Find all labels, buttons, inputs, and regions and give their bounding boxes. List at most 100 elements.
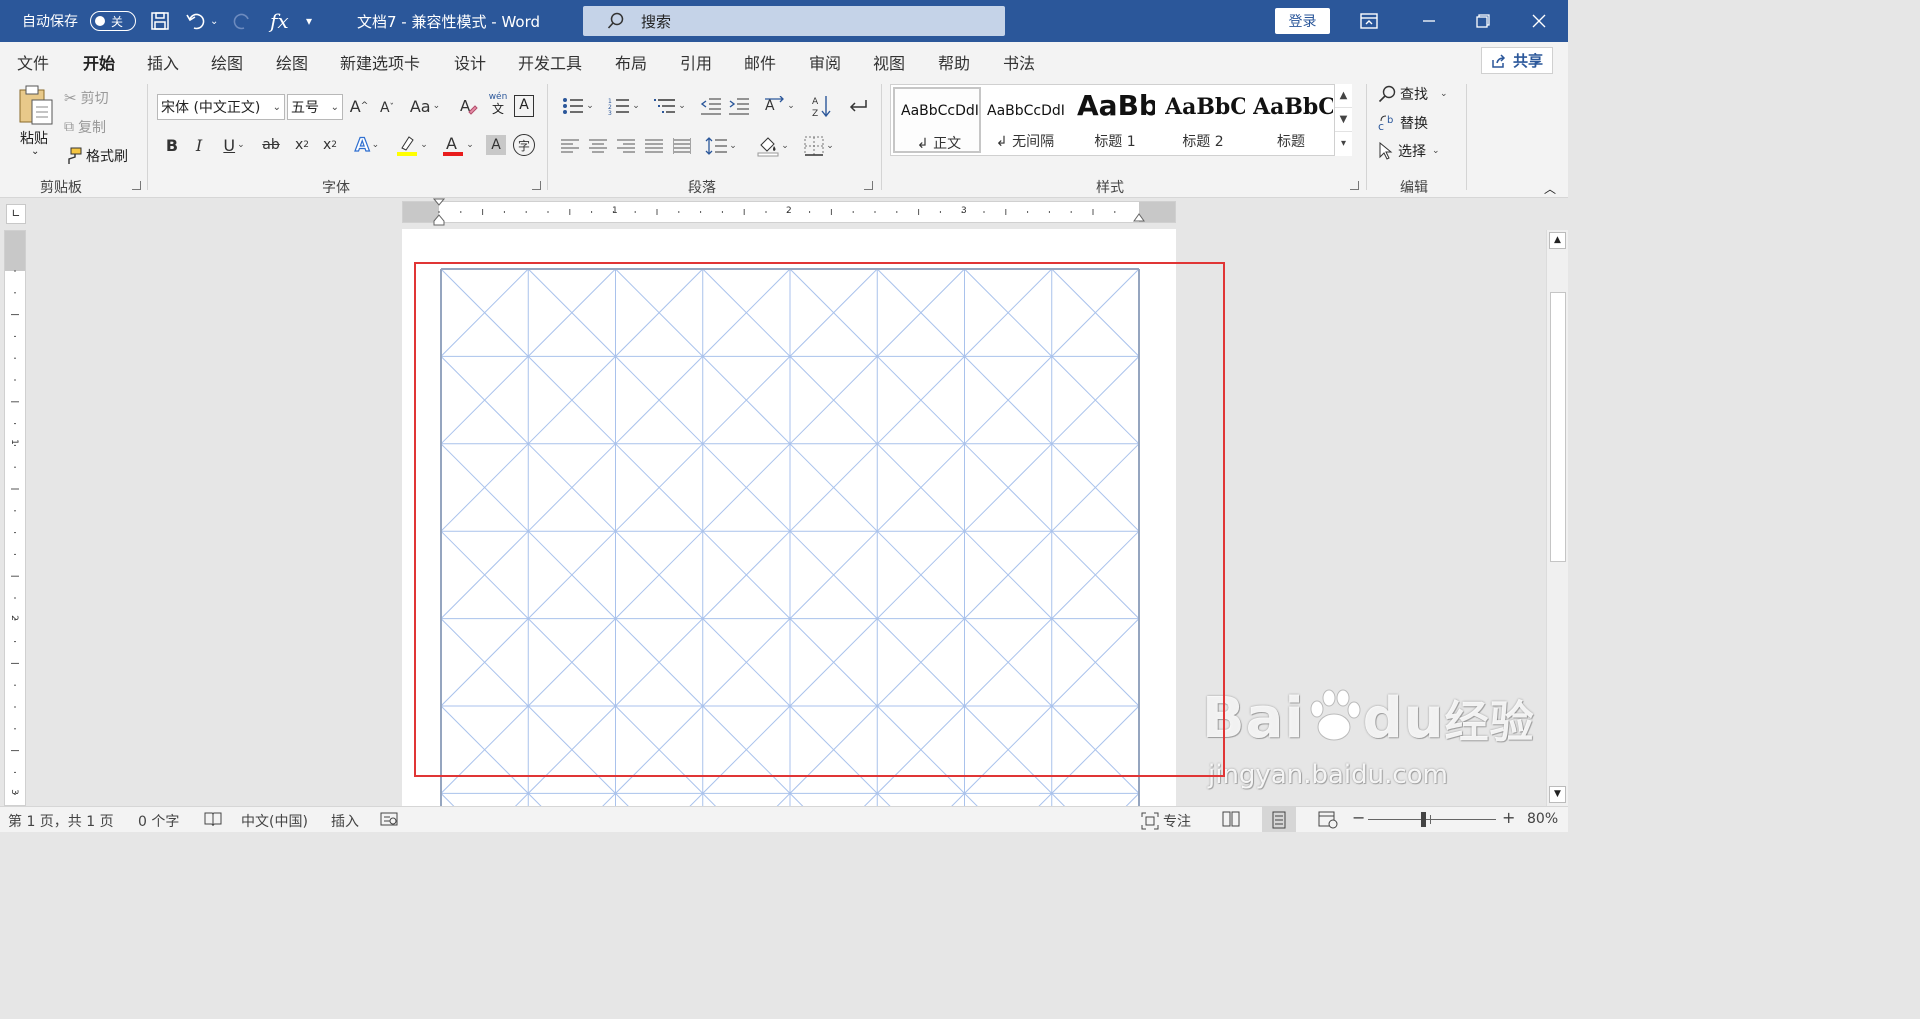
- tab-new-tab[interactable]: 新建选项卡: [340, 50, 420, 74]
- superscript-icon[interactable]: x2: [320, 134, 340, 156]
- chinese-layout-icon[interactable]: A ⌄: [760, 95, 798, 117]
- ribbon-display-options-icon[interactable]: [1360, 0, 1378, 42]
- focus-mode-button[interactable]: 专注: [1141, 811, 1191, 831]
- page-count[interactable]: 第 1 页，共 1 页: [8, 811, 114, 831]
- language-indicator[interactable]: 中文(中国): [241, 811, 308, 831]
- web-layout-icon[interactable]: [1318, 811, 1338, 833]
- tab-insert[interactable]: 插入: [147, 50, 179, 74]
- gallery-more-icon[interactable]: ▾: [1335, 132, 1352, 156]
- decrease-indent-icon[interactable]: [700, 95, 722, 117]
- character-shading-icon[interactable]: A: [486, 135, 506, 155]
- subscript-icon[interactable]: x2: [292, 134, 312, 156]
- word-count[interactable]: 0 个字: [138, 811, 179, 831]
- align-right-icon[interactable]: [616, 136, 636, 156]
- increase-indent-icon[interactable]: [728, 95, 750, 117]
- scroll-up-icon[interactable]: ▲: [1549, 232, 1566, 249]
- paste-label[interactable]: 粘贴: [20, 128, 48, 148]
- tab-file[interactable]: 文件: [17, 50, 49, 74]
- cut-button[interactable]: ✂ 剪切: [64, 88, 109, 108]
- indent-marker-icon[interactable]: [433, 198, 445, 226]
- italic-icon[interactable]: I: [189, 134, 209, 156]
- tab-layout[interactable]: 布局: [615, 50, 647, 74]
- paste-dropdown-icon[interactable]: ⌄: [31, 146, 39, 157]
- gallery-up-icon[interactable]: ▲: [1335, 84, 1352, 108]
- undo-dropdown-icon[interactable]: ⌄: [210, 16, 218, 27]
- styles-launcher-icon[interactable]: [1350, 181, 1359, 190]
- restore-icon[interactable]: [1476, 0, 1490, 42]
- horizontal-ruler[interactable]: 1 2 3: [402, 198, 1176, 226]
- proofing-icon[interactable]: [204, 811, 222, 831]
- tab-help[interactable]: 帮助: [938, 50, 970, 74]
- vertical-ruler[interactable]: 1 2 3: [4, 230, 26, 806]
- change-case-icon[interactable]: Aa ⌄: [408, 95, 442, 117]
- undo-icon[interactable]: ⌄: [186, 0, 218, 42]
- font-size-combo[interactable]: 五号 ⌄: [287, 94, 343, 120]
- line-spacing-icon[interactable]: ⌄: [702, 135, 740, 157]
- vertical-scrollbar[interactable]: ▲ ▼: [1546, 230, 1568, 806]
- select-button[interactable]: 选择 ⌄: [1378, 141, 1440, 161]
- tab-calligraphy[interactable]: 书法: [1003, 50, 1035, 74]
- collapse-ribbon-icon[interactable]: ︿: [1544, 180, 1556, 197]
- justify-icon[interactable]: [644, 136, 664, 156]
- align-center-icon[interactable]: [588, 136, 608, 156]
- text-effects-icon[interactable]: A ⌄: [350, 133, 384, 157]
- login-button[interactable]: 登录: [1275, 8, 1330, 34]
- font-launcher-icon[interactable]: [532, 181, 541, 190]
- gallery-down-icon[interactable]: ▼: [1335, 108, 1352, 132]
- style-normal[interactable]: AaBbCcDdI ↲ 正文: [893, 87, 981, 153]
- save-icon[interactable]: [150, 0, 170, 42]
- formula-icon[interactable]: fx: [270, 0, 289, 42]
- tab-review[interactable]: 审阅: [809, 50, 841, 74]
- grow-font-icon[interactable]: A ^: [348, 95, 370, 117]
- tab-draw-2[interactable]: 绘图: [276, 50, 308, 74]
- scroll-down-icon[interactable]: ▼: [1549, 786, 1566, 803]
- zoom-slider[interactable]: [1368, 819, 1496, 820]
- share-button[interactable]: 共享: [1481, 47, 1553, 74]
- print-layout-icon[interactable]: [1262, 807, 1296, 832]
- show-formatting-marks-icon[interactable]: [845, 95, 869, 117]
- underline-icon[interactable]: U ⌄: [215, 134, 253, 156]
- font-name-combo[interactable]: 宋体 (中文正文) ⌄: [157, 94, 285, 120]
- zoom-slider-thumb[interactable]: [1421, 812, 1426, 827]
- tab-selector-icon[interactable]: ∟: [6, 204, 26, 224]
- tab-design[interactable]: 设计: [454, 50, 486, 74]
- scrollbar-thumb[interactable]: [1550, 292, 1566, 562]
- paste-icon[interactable]: [16, 84, 56, 125]
- shrink-font-icon[interactable]: Aˇ: [376, 97, 398, 119]
- style-no-spacing[interactable]: AaBbCcDdI ↲ 无间隔: [981, 87, 1069, 153]
- clear-formatting-icon[interactable]: A: [457, 95, 479, 117]
- zoom-out-icon[interactable]: −: [1352, 808, 1365, 827]
- shading-icon[interactable]: ⌄: [754, 134, 792, 158]
- style-heading-2[interactable]: AaBbC 标题 2: [1159, 87, 1247, 153]
- macro-recording-icon[interactable]: [380, 811, 398, 831]
- enclose-characters-icon[interactable]: 字: [513, 134, 535, 156]
- close-icon[interactable]: [1532, 0, 1546, 42]
- tab-references[interactable]: 引用: [680, 50, 712, 74]
- borders-icon[interactable]: ⌄: [800, 135, 838, 157]
- replace-button[interactable]: cb 替换: [1378, 113, 1428, 133]
- right-indent-marker-icon[interactable]: [1133, 210, 1145, 224]
- insert-mode[interactable]: 插入: [331, 811, 359, 831]
- zoom-level[interactable]: 80%: [1527, 811, 1558, 827]
- character-border-icon[interactable]: A: [514, 95, 534, 117]
- bold-icon[interactable]: B: [162, 134, 182, 156]
- numbering-icon[interactable]: 1 2 3 ⌄: [604, 95, 644, 117]
- font-color-icon[interactable]: A ⌄: [439, 133, 477, 157]
- zoom-in-icon[interactable]: +: [1502, 808, 1515, 827]
- highlight-color-icon[interactable]: ⌄: [393, 133, 431, 157]
- clipboard-launcher-icon[interactable]: [132, 181, 141, 190]
- minimize-icon[interactable]: [1422, 0, 1436, 42]
- bullets-icon[interactable]: ⌄: [558, 95, 598, 117]
- find-button[interactable]: 查找 ⌄: [1378, 84, 1448, 104]
- sort-icon[interactable]: AZ: [810, 93, 834, 119]
- align-left-icon[interactable]: [560, 136, 580, 156]
- format-painter-button[interactable]: 格式刷: [64, 146, 128, 166]
- style-title[interactable]: AaBbC 标题: [1247, 87, 1335, 153]
- paragraph-launcher-icon[interactable]: [864, 181, 873, 190]
- search-box[interactable]: 搜索: [583, 6, 1005, 36]
- tab-developer[interactable]: 开发工具: [518, 50, 582, 74]
- strikethrough-icon[interactable]: ab: [260, 134, 282, 156]
- tab-mailings[interactable]: 邮件: [744, 50, 776, 74]
- tab-home[interactable]: 开始: [83, 50, 116, 81]
- read-mode-icon[interactable]: [1222, 811, 1240, 831]
